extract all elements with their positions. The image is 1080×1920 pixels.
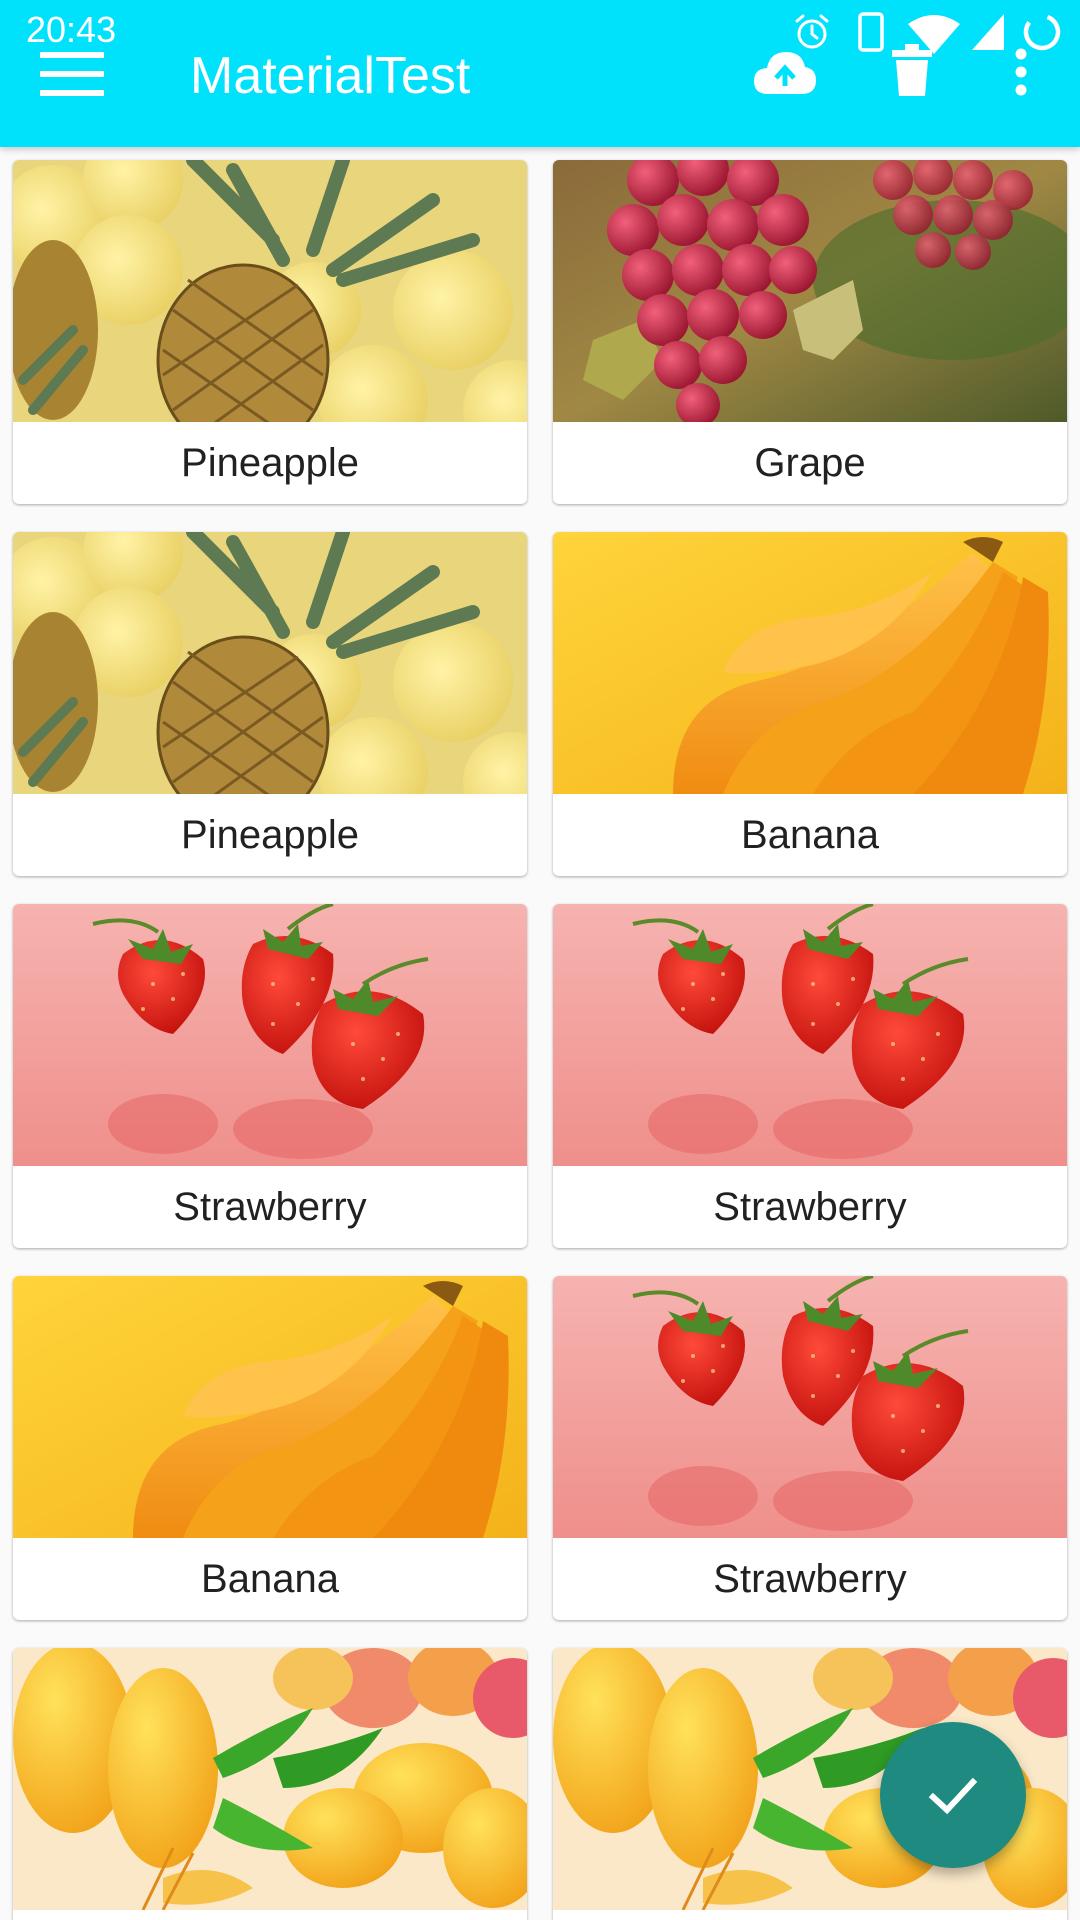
mango-image <box>13 1648 527 1910</box>
strawberry-image <box>553 1276 1067 1538</box>
banana-image <box>13 1276 527 1538</box>
fruit-name: Banana <box>201 1557 339 1601</box>
fruit-card[interactable]: Pineapple <box>13 160 527 504</box>
fruit-card[interactable]: Strawberry <box>13 904 527 1248</box>
fruit-grid: Pineapple Grape Pineapple Banana Strawbe… <box>0 147 1080 1920</box>
cell-signal-icon <box>970 12 1006 57</box>
grape-image <box>553 160 1067 422</box>
banana-image <box>553 532 1067 794</box>
fruit-name: Grape <box>754 441 866 485</box>
app-bar: 20:43 MaterialTest <box>0 0 1080 147</box>
fruit-name <box>553 1910 1067 1920</box>
phone-icon <box>858 12 884 57</box>
more-vert-icon[interactable] <box>1014 48 1028 101</box>
fruit-card[interactable]: Banana <box>13 1276 527 1620</box>
fruit-card[interactable]: Strawberry <box>553 1276 1067 1620</box>
strawberry-image <box>553 904 1067 1166</box>
fruit-card[interactable]: Banana <box>553 532 1067 876</box>
fruit-name: Strawberry <box>173 1185 367 1229</box>
fruit-name: Pineapple <box>181 441 359 485</box>
pineapple-image <box>13 160 527 422</box>
page-title: MaterialTest <box>190 47 471 105</box>
cloud-upload-icon[interactable] <box>752 48 818 103</box>
fruit-name: Pineapple <box>181 813 359 857</box>
fruit-card[interactable]: Grape <box>553 160 1067 504</box>
fruit-card[interactable] <box>13 1648 527 1920</box>
fruit-name <box>13 1910 527 1920</box>
menu-icon[interactable] <box>40 52 106 98</box>
strawberry-image <box>13 904 527 1166</box>
pineapple-image <box>13 532 527 794</box>
fruit-card[interactable]: Pineapple <box>13 532 527 876</box>
fruit-name: Strawberry <box>713 1185 907 1229</box>
check-icon <box>928 1777 978 1815</box>
done-fab-button[interactable] <box>880 1722 1026 1868</box>
fruit-name: Strawberry <box>713 1557 907 1601</box>
fruit-name: Banana <box>741 813 879 857</box>
delete-icon[interactable] <box>892 44 932 101</box>
status-time: 20:43 <box>26 9 117 50</box>
fruit-card[interactable]: Strawberry <box>553 904 1067 1248</box>
